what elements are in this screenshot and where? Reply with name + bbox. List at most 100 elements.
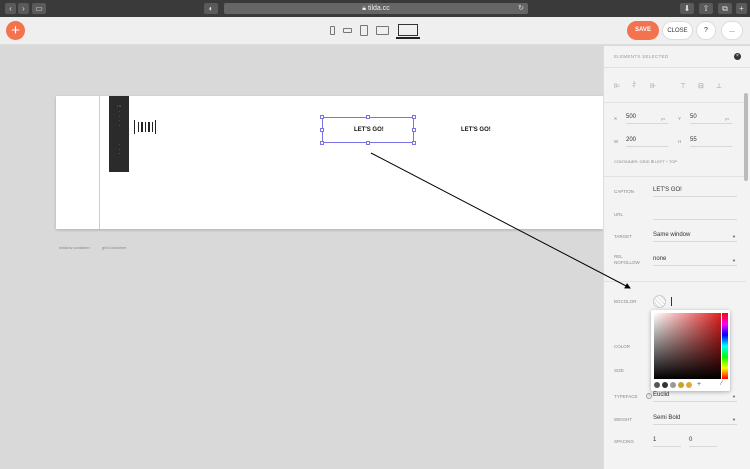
y-unit: px [725, 116, 730, 121]
caption-input[interactable]: LET'S GO! [653, 187, 682, 193]
caption-underline [653, 196, 737, 197]
typeface-label: TYPEFACE [614, 394, 638, 399]
color-picker[interactable]: + ⁄ [651, 310, 730, 391]
tabs-icon[interactable]: ⧉ [718, 3, 732, 14]
resize-handle[interactable] [366, 141, 370, 145]
button-caption-secondary[interactable]: LET'S GO! [461, 127, 491, 133]
preset-swatch[interactable] [678, 382, 684, 388]
new-tab-icon[interactable]: + [736, 3, 747, 14]
editor-toolbar: + SAVE CLOSE ? ... [0, 17, 750, 45]
resize-handle[interactable] [320, 141, 324, 145]
tablet-landscape-icon[interactable] [376, 26, 389, 35]
selected-button-element[interactable]: LET'S GO! [320, 115, 416, 145]
preset-swatch[interactable] [654, 382, 660, 388]
bgcolor-label: BGCOLOR [614, 299, 637, 304]
align-bottom-icon[interactable]: ⊥ [716, 82, 722, 90]
close-button[interactable]: CLOSE [662, 21, 693, 40]
w-underline [626, 146, 668, 147]
x-unit: px [661, 116, 666, 121]
x-input[interactable]: 500 [626, 114, 636, 120]
saturation-area[interactable] [654, 313, 721, 379]
text-cursor [671, 297, 672, 306]
letter-spacing-input[interactable]: 1 [653, 437, 656, 443]
resize-handle[interactable] [320, 115, 324, 119]
eyedropper-icon[interactable]: ⁄ [721, 381, 722, 387]
desktop-icon[interactable] [398, 24, 418, 36]
spacing-underline [653, 446, 681, 447]
resize-handle[interactable] [412, 141, 416, 145]
y-underline [690, 123, 732, 124]
line-height-input[interactable]: 0 [689, 437, 692, 443]
chevron-down-icon[interactable]: ▼ [732, 258, 736, 263]
weight-select[interactable]: Semi Bold [653, 415, 680, 421]
height-input[interactable]: 55 [690, 137, 697, 143]
button-caption: LET'S GO! [354, 127, 384, 133]
active-device-indicator [396, 37, 420, 39]
close-panel-icon[interactable]: × [734, 53, 741, 60]
artboard-margin [56, 96, 100, 229]
rel-label: REL NOFOLLOW [614, 254, 640, 265]
save-button[interactable]: SAVE [627, 21, 659, 40]
chevron-down-icon[interactable]: ▼ [732, 417, 736, 422]
url-underline [653, 219, 737, 220]
container-hint: CONTAINER: GRID ⊞ LEFT ↑ TOP [614, 159, 678, 164]
reload-icon[interactable]: ↻ [518, 3, 524, 14]
help-button[interactable]: ? [696, 21, 716, 40]
bgcolor-swatch[interactable] [653, 295, 666, 308]
url-bar[interactable]: 🔒︎ tilda.cc ↻ [224, 3, 528, 14]
target-underline [653, 241, 737, 242]
chevron-down-icon[interactable]: ▼ [732, 394, 736, 399]
resize-handle[interactable] [412, 128, 416, 132]
typeface-underline [653, 401, 737, 402]
target-select[interactable]: Same window [653, 232, 690, 238]
h-underline [690, 146, 732, 147]
forward-icon[interactable]: › [18, 3, 29, 14]
color-label: COLOR [614, 344, 631, 349]
preset-swatch[interactable] [670, 382, 676, 388]
back-icon[interactable]: ‹ [5, 3, 16, 14]
editor-canvas[interactable]: ⋮ · · · · · · · LET'S GO! LET'S GO! wind… [0, 46, 603, 469]
align-middle-icon[interactable]: ⊟ [698, 82, 704, 90]
align-left-icon[interactable]: ⊫ [614, 82, 620, 90]
info-icon[interactable]: ? [646, 393, 652, 399]
panel-scrollbar[interactable] [744, 93, 748, 181]
artboard[interactable]: ⋮ · · · · · · · LET'S GO! LET'S GO! [56, 96, 603, 229]
share-icon[interactable]: ⇧ [699, 3, 713, 14]
resize-handle[interactable] [320, 128, 324, 132]
x-label: X [614, 116, 618, 121]
weight-label: WEIGHT [614, 417, 632, 422]
download-icon[interactable]: ⬇ [680, 3, 694, 14]
resize-handle[interactable] [412, 115, 416, 119]
x-underline [626, 123, 668, 124]
width-input[interactable]: 200 [626, 137, 636, 143]
device-switcher [328, 24, 422, 38]
size-label: SIZE [614, 368, 625, 373]
chevron-down-icon[interactable]: ▼ [732, 234, 736, 239]
settings-panel: ELEMENTS SELECTED × ⊫ ⫩ ⊪ ⊤ ⊟ ⊥ X 500 px… [603, 46, 750, 469]
barcode-logo-icon[interactable] [134, 120, 156, 134]
grid-label: grid container [102, 245, 127, 250]
add-swatch-icon[interactable]: + [697, 381, 701, 388]
align-center-h-icon[interactable]: ⫩ [632, 82, 636, 90]
shield-icon[interactable]: ◐ [204, 3, 218, 14]
y-label: Y [678, 116, 682, 121]
vertical-menu-block[interactable]: ⋮ · · · · · · · [109, 96, 129, 172]
y-input[interactable]: 50 [690, 114, 697, 120]
rel-select[interactable]: none [653, 256, 666, 262]
typeface-select[interactable]: Euclid [653, 392, 669, 398]
h-label: H [678, 139, 682, 144]
sidebar-icon[interactable]: ▭ [32, 3, 46, 14]
more-button[interactable]: ... [721, 21, 743, 40]
phone-portrait-icon[interactable] [330, 26, 335, 35]
align-top-icon[interactable]: ⊤ [680, 82, 686, 90]
resize-handle[interactable] [366, 115, 370, 119]
url-text: tilda.cc [367, 5, 390, 12]
caption-label: CAPTION [614, 189, 635, 194]
add-block-button[interactable]: + [6, 21, 25, 40]
hue-slider[interactable] [722, 313, 728, 379]
align-right-icon[interactable]: ⊪ [650, 82, 656, 90]
preset-swatch[interactable] [686, 382, 692, 388]
preset-swatch[interactable] [662, 382, 668, 388]
phone-landscape-icon[interactable] [343, 28, 352, 33]
tablet-portrait-icon[interactable] [360, 25, 368, 36]
